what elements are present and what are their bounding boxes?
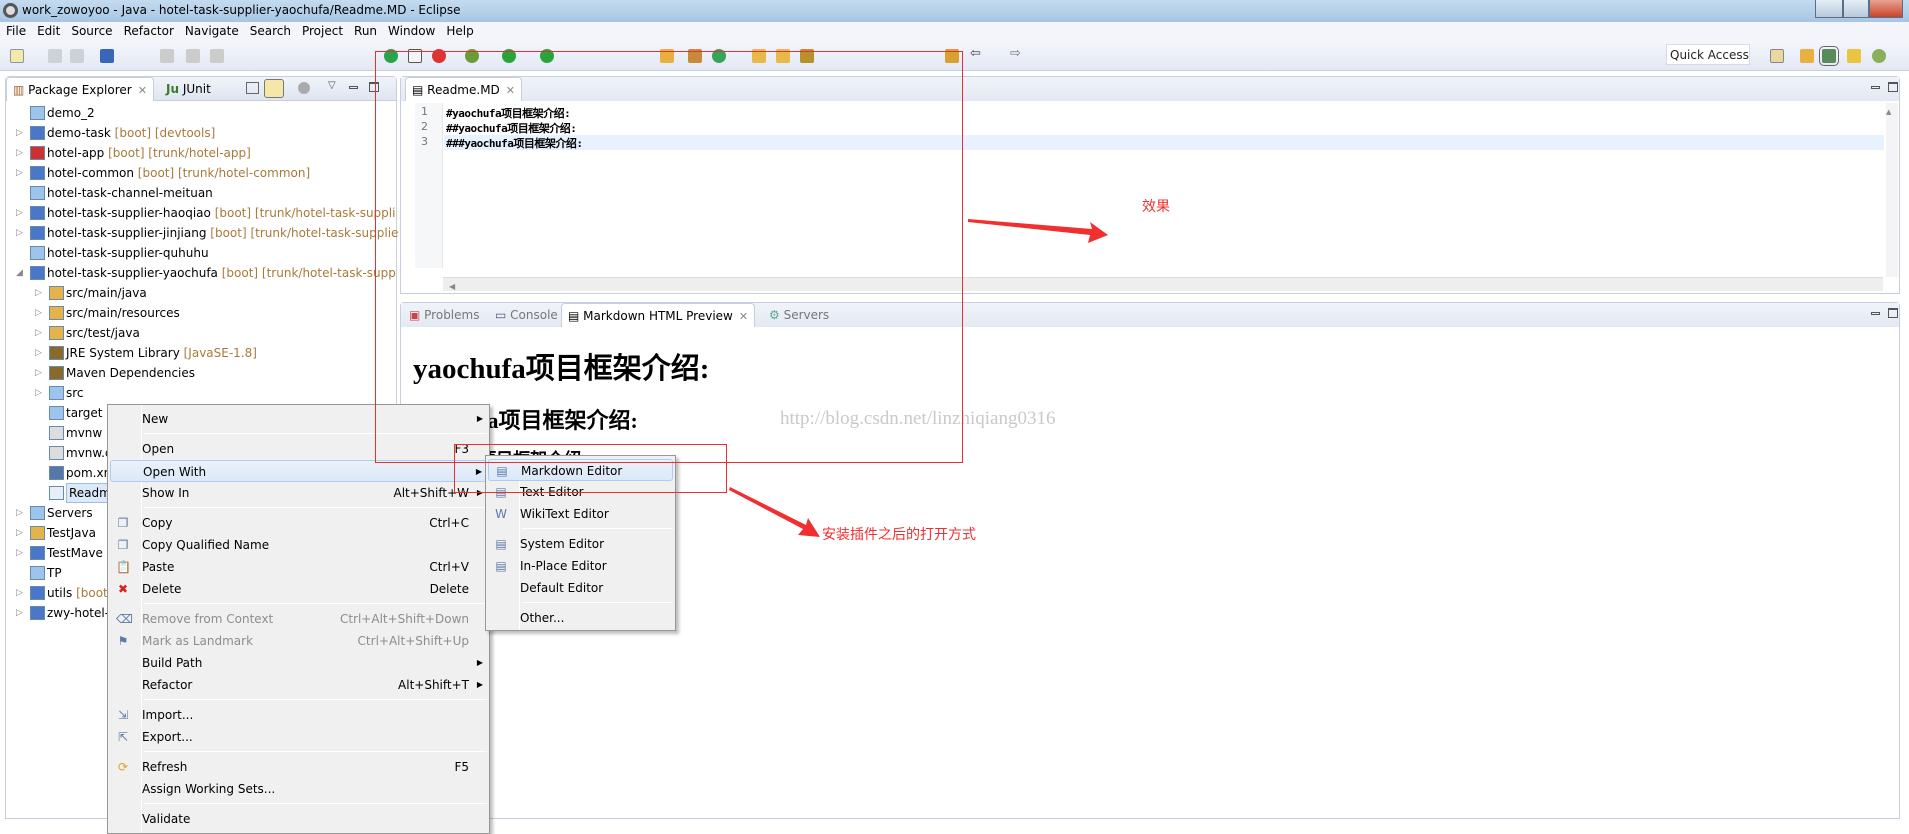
- annotation-open-method: 安装插件之后的打开方式: [822, 527, 976, 543]
- annotation-arrow-open-method: [729, 487, 820, 537]
- quick-access-input[interactable]: Quick Access: [1666, 44, 1750, 65]
- annotation-effect: 效果: [1142, 199, 1170, 215]
- annotation-arrows: [729, 219, 1108, 537]
- annotation-arrow-effect: [968, 219, 1108, 243]
